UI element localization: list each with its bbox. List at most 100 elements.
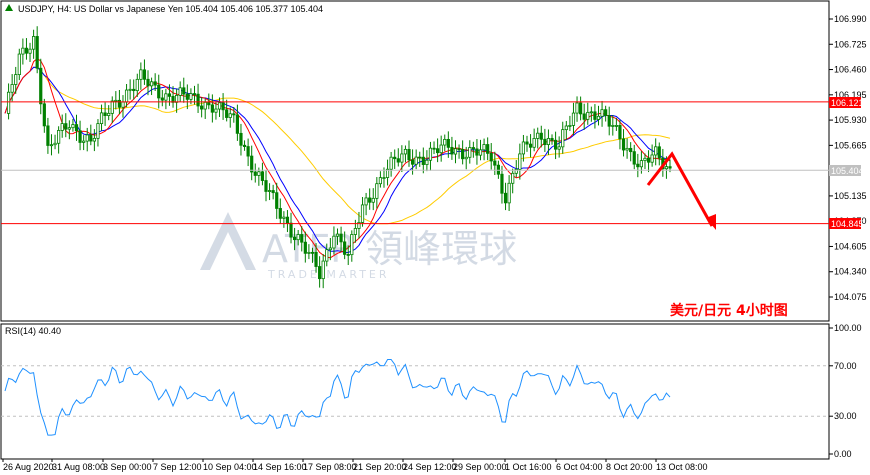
candle-body	[260, 171, 265, 181]
candle-body	[71, 124, 75, 129]
candle-body	[643, 157, 647, 161]
candle-body	[414, 156, 418, 165]
rsi-tick-label: 30.00	[834, 411, 857, 421]
candle-body	[618, 125, 622, 140]
price-tick-label: 104.075	[834, 292, 867, 302]
candle-body	[321, 260, 325, 280]
candle-body	[446, 138, 450, 148]
candle-body	[135, 78, 139, 92]
trading-chart-window[interactable]: USDJPY, H4: US Dollar vs Japanese Yen 10…	[0, 0, 870, 475]
candle-body	[39, 67, 43, 105]
candle-body	[278, 208, 282, 219]
time-tick-label: 14 Sep 16:00	[253, 462, 307, 472]
candle-body	[382, 177, 386, 179]
candle-body	[564, 125, 568, 131]
candle-body	[178, 87, 182, 96]
candle-body	[6, 91, 11, 114]
candle-body	[124, 89, 129, 103]
candle-body	[32, 36, 36, 50]
candle-body	[149, 81, 154, 87]
candle-body	[500, 173, 504, 194]
candle-body	[664, 166, 669, 170]
candle-body	[114, 99, 118, 102]
time-tick-label: 6 Oct 04:00	[556, 462, 603, 472]
time-tick-label: 7 Sep 12:00	[153, 462, 202, 472]
candle-body	[493, 160, 497, 166]
candle-body	[543, 138, 547, 146]
candle-body	[78, 130, 82, 143]
candle-body	[629, 147, 633, 153]
rsi-label: RSI(14) 40.40	[5, 326, 61, 336]
candle-body	[335, 233, 340, 237]
candle-body	[292, 236, 297, 241]
candle-body	[432, 147, 436, 150]
candle-body	[24, 47, 29, 54]
candle-body	[378, 177, 383, 185]
rsi-pane	[0, 323, 830, 460]
candle-body	[407, 148, 411, 161]
candle-body	[353, 228, 357, 235]
candle-body	[17, 53, 21, 76]
candle-body	[139, 69, 143, 80]
candle-body	[196, 93, 200, 107]
price-tick-label: 104.340	[834, 267, 867, 277]
candle-body	[589, 111, 593, 114]
candle-body	[99, 112, 104, 125]
candle-body	[332, 235, 336, 249]
candle-body	[235, 114, 239, 134]
candle-body	[632, 151, 636, 165]
candle-body	[461, 149, 465, 160]
candle-body	[89, 134, 93, 142]
watermark-brand: ATFP 領峰環球	[262, 227, 517, 271]
chart-annotation: 美元/日元 4小时图	[670, 302, 788, 319]
candle-body	[85, 134, 89, 142]
candle-body	[167, 93, 172, 97]
candle-body	[478, 149, 483, 156]
candle-body	[528, 143, 533, 148]
candle-body	[539, 132, 543, 140]
candle-body	[228, 113, 232, 118]
candle-body	[614, 125, 618, 127]
candle-body	[521, 141, 526, 155]
time-tick-label: 3 Sep 00:00	[103, 462, 152, 472]
candle-body	[132, 88, 136, 92]
candle-body	[600, 109, 604, 117]
candle-body	[221, 102, 225, 111]
candle-body	[175, 95, 179, 103]
candle-body	[110, 100, 114, 114]
candle-body	[35, 36, 39, 69]
candle-body	[475, 148, 479, 156]
candle-body	[217, 102, 222, 110]
candle-body	[142, 69, 147, 80]
candle-body	[561, 129, 565, 148]
candle-body	[507, 182, 511, 204]
candle-body	[532, 138, 536, 148]
time-axis[interactable]: 26 Aug 202031 Aug 08:003 Sep 00:00 7 Sep …	[2, 459, 708, 472]
candle-body	[654, 146, 658, 156]
candle-body	[242, 144, 247, 147]
candle-body	[471, 147, 475, 150]
candle-body	[49, 144, 54, 147]
chart-canvas[interactable]: USDJPY, H4: US Dollar vs Japanese Yen 10…	[0, 0, 870, 475]
candle-body	[285, 216, 290, 224]
candle-body	[464, 156, 468, 160]
candle-body	[192, 93, 197, 95]
candle-body	[607, 115, 611, 127]
candle-body	[303, 241, 307, 254]
rsi-tick-label: 70.00	[834, 361, 857, 371]
candle-body	[74, 124, 79, 132]
candle-body	[586, 111, 590, 120]
symbol-info: USDJPY, H4: US Dollar vs Japanese Yen 10…	[18, 4, 323, 14]
candle-body	[232, 113, 236, 116]
time-tick-label: 26 Aug 2020	[3, 462, 54, 472]
candle-body	[200, 105, 204, 110]
candle-body	[611, 125, 615, 127]
candle-body	[67, 127, 71, 130]
candle-body	[257, 171, 261, 176]
price-axis[interactable]: 106.990106.725106.460106.195105.930105.6…	[829, 14, 867, 302]
candle-body	[346, 253, 350, 256]
candle-body	[582, 113, 586, 120]
candle-body	[403, 148, 408, 155]
candle-body	[536, 132, 540, 139]
candle-body	[457, 148, 461, 151]
